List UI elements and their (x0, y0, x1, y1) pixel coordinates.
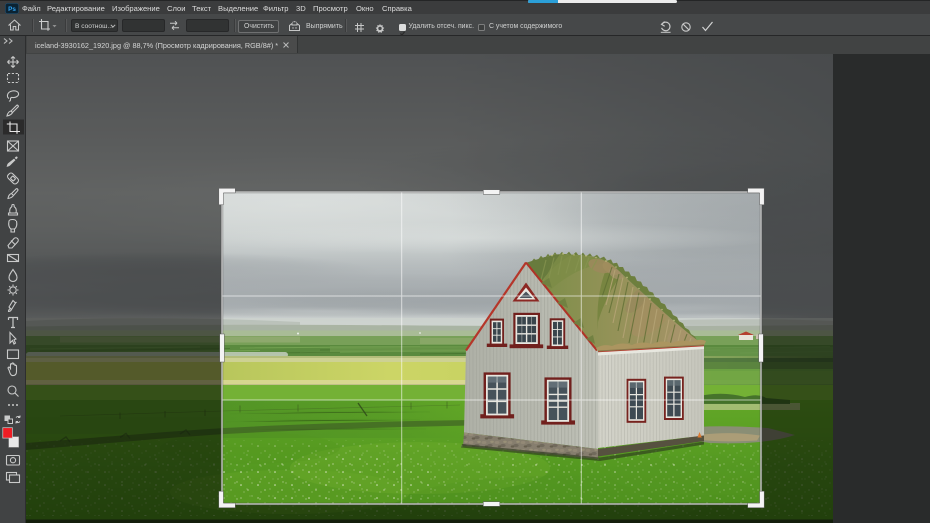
svg-text:Ps: Ps (8, 6, 16, 13)
